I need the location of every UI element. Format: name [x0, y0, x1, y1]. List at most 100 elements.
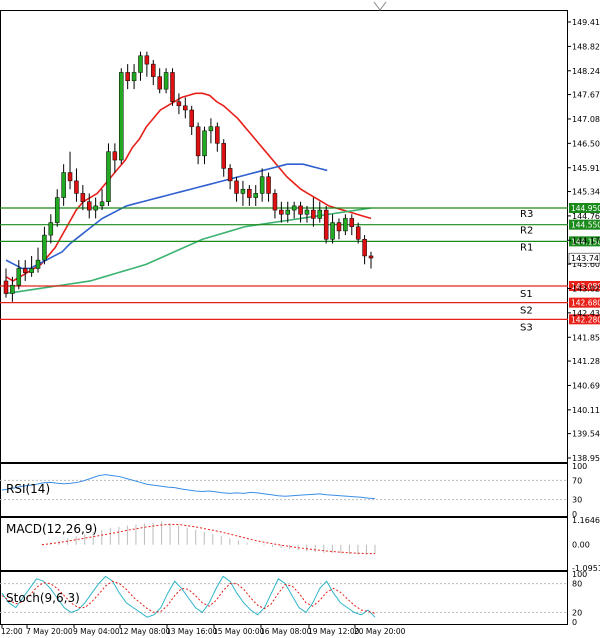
candle-body — [215, 126, 220, 144]
candle-body — [125, 72, 130, 82]
level-label-r1: R1 — [520, 242, 533, 253]
date-tick-label: 12 May 08:00 — [119, 627, 171, 636]
price-tick-label: 143.020 — [572, 284, 600, 293]
candle-body — [3, 280, 9, 294]
rsi-title: RSI(14) — [6, 482, 50, 496]
stoch-title: Stoch(9,6,3) — [6, 591, 80, 605]
price-tick-label: 149.410 — [572, 18, 600, 27]
candle-body — [93, 205, 98, 211]
candle-body — [279, 209, 284, 215]
macd-title: MACD(12,26,9) — [6, 522, 97, 536]
candle-body — [42, 234, 47, 261]
level-price-text: 142.680 — [571, 299, 600, 308]
candle-body — [227, 168, 233, 182]
candle-body — [112, 151, 118, 161]
candle-body — [343, 218, 348, 232]
candle-body — [234, 180, 239, 194]
date-tick-label: 13 May 16:00 — [166, 627, 218, 636]
candle-body — [266, 176, 271, 194]
price-tick-label: 148.240 — [572, 67, 600, 76]
candle-body — [189, 109, 194, 127]
candle-body — [355, 226, 361, 240]
price-tick-label: 141.850 — [572, 333, 600, 342]
candle-body — [183, 105, 188, 111]
price-tick-label: 144.175 — [572, 236, 600, 245]
date-tick-label: 12:00 — [1, 627, 23, 636]
level-label-s1: S1 — [520, 289, 533, 300]
date-tick-label: 7 May 20:00 — [26, 627, 73, 636]
price-tick-label: 145.345 — [572, 188, 600, 197]
price-tick-label: 146.500 — [572, 139, 600, 148]
candle-body — [157, 76, 162, 90]
candle-body — [202, 130, 207, 157]
candle-body — [80, 193, 86, 202]
candle-body — [323, 209, 329, 240]
candle-body — [221, 143, 226, 169]
candle-body — [259, 176, 265, 194]
candle-body — [48, 222, 54, 236]
date-tick-label: 16 May 08:00 — [260, 627, 312, 636]
level-label-s2: S2 — [520, 306, 533, 317]
candle-body — [208, 126, 214, 132]
rsi-tick-label: 100 — [572, 462, 587, 471]
date-tick-label: 20 May 20:00 — [354, 627, 406, 636]
last-price-text: 143.747 — [571, 254, 600, 263]
stoch-tick-label: 20 — [572, 608, 582, 617]
macd-tick-label: 0.00 — [572, 541, 590, 550]
candle-body — [151, 63, 156, 77]
price-tick-label: 140.695 — [572, 381, 600, 390]
price-tick-label: 144.760 — [572, 212, 600, 221]
candle-body — [298, 205, 303, 215]
candle-body — [368, 255, 374, 259]
candle-body — [311, 209, 316, 219]
candle-body — [10, 284, 15, 294]
candle-body — [176, 101, 182, 107]
rsi-tick-label: 30 — [572, 496, 582, 505]
price-tick-label: 139.540 — [572, 430, 600, 439]
candle-body — [138, 55, 143, 73]
price-tick-label: 148.825 — [572, 42, 600, 51]
candle-body — [317, 209, 323, 219]
level-price-text: 144.550 — [571, 221, 600, 230]
level-label-r2: R2 — [520, 226, 533, 237]
candle-body — [349, 218, 355, 228]
stoch-tick-label: 0 — [572, 618, 577, 627]
rsi-tick-label: 70 — [572, 476, 582, 485]
candle-body — [131, 72, 137, 82]
candle-body — [144, 55, 150, 65]
candle-body — [106, 151, 111, 202]
price-tick-label: 145.915 — [572, 164, 600, 173]
candle-body — [16, 268, 22, 286]
candle-body — [67, 172, 73, 182]
candle-body — [54, 197, 60, 223]
trading-chart: R3R2R1S1S2S3 144.950144.550144.150143.08… — [0, 0, 600, 638]
candle-body — [247, 188, 252, 198]
date-tick-label: 19 May 12:00 — [308, 627, 360, 636]
candle-body — [170, 72, 175, 102]
price-tick-label: 147.670 — [572, 91, 600, 100]
stoch-tick-label: 100 — [572, 570, 587, 579]
candle-body — [74, 180, 79, 194]
candle-body — [163, 72, 169, 90]
candle-body — [285, 209, 291, 215]
candle-body — [330, 222, 335, 240]
price-tick-label: 141.280 — [572, 357, 600, 366]
candle-body — [86, 201, 92, 211]
date-tick-label: 9 May 04:00 — [73, 627, 120, 636]
candle-body — [61, 172, 66, 198]
level-label-r3: R3 — [520, 209, 533, 220]
candle-body — [35, 259, 41, 269]
price-tick-label: 140.110 — [572, 406, 600, 415]
candle-body — [119, 72, 124, 161]
candle-body — [29, 268, 34, 273]
candle-body — [253, 193, 258, 198]
candle-body — [336, 222, 342, 232]
candle-body — [240, 188, 246, 194]
candle-body — [195, 126, 201, 157]
candle-body — [291, 205, 297, 211]
date-tick-label: 15 May 00:00 — [213, 627, 265, 636]
stoch-tick-label: 80 — [572, 580, 582, 589]
candle-body — [99, 201, 105, 207]
level-label-s3: S3 — [520, 322, 533, 333]
price-tick-label: 142.435 — [572, 309, 600, 318]
